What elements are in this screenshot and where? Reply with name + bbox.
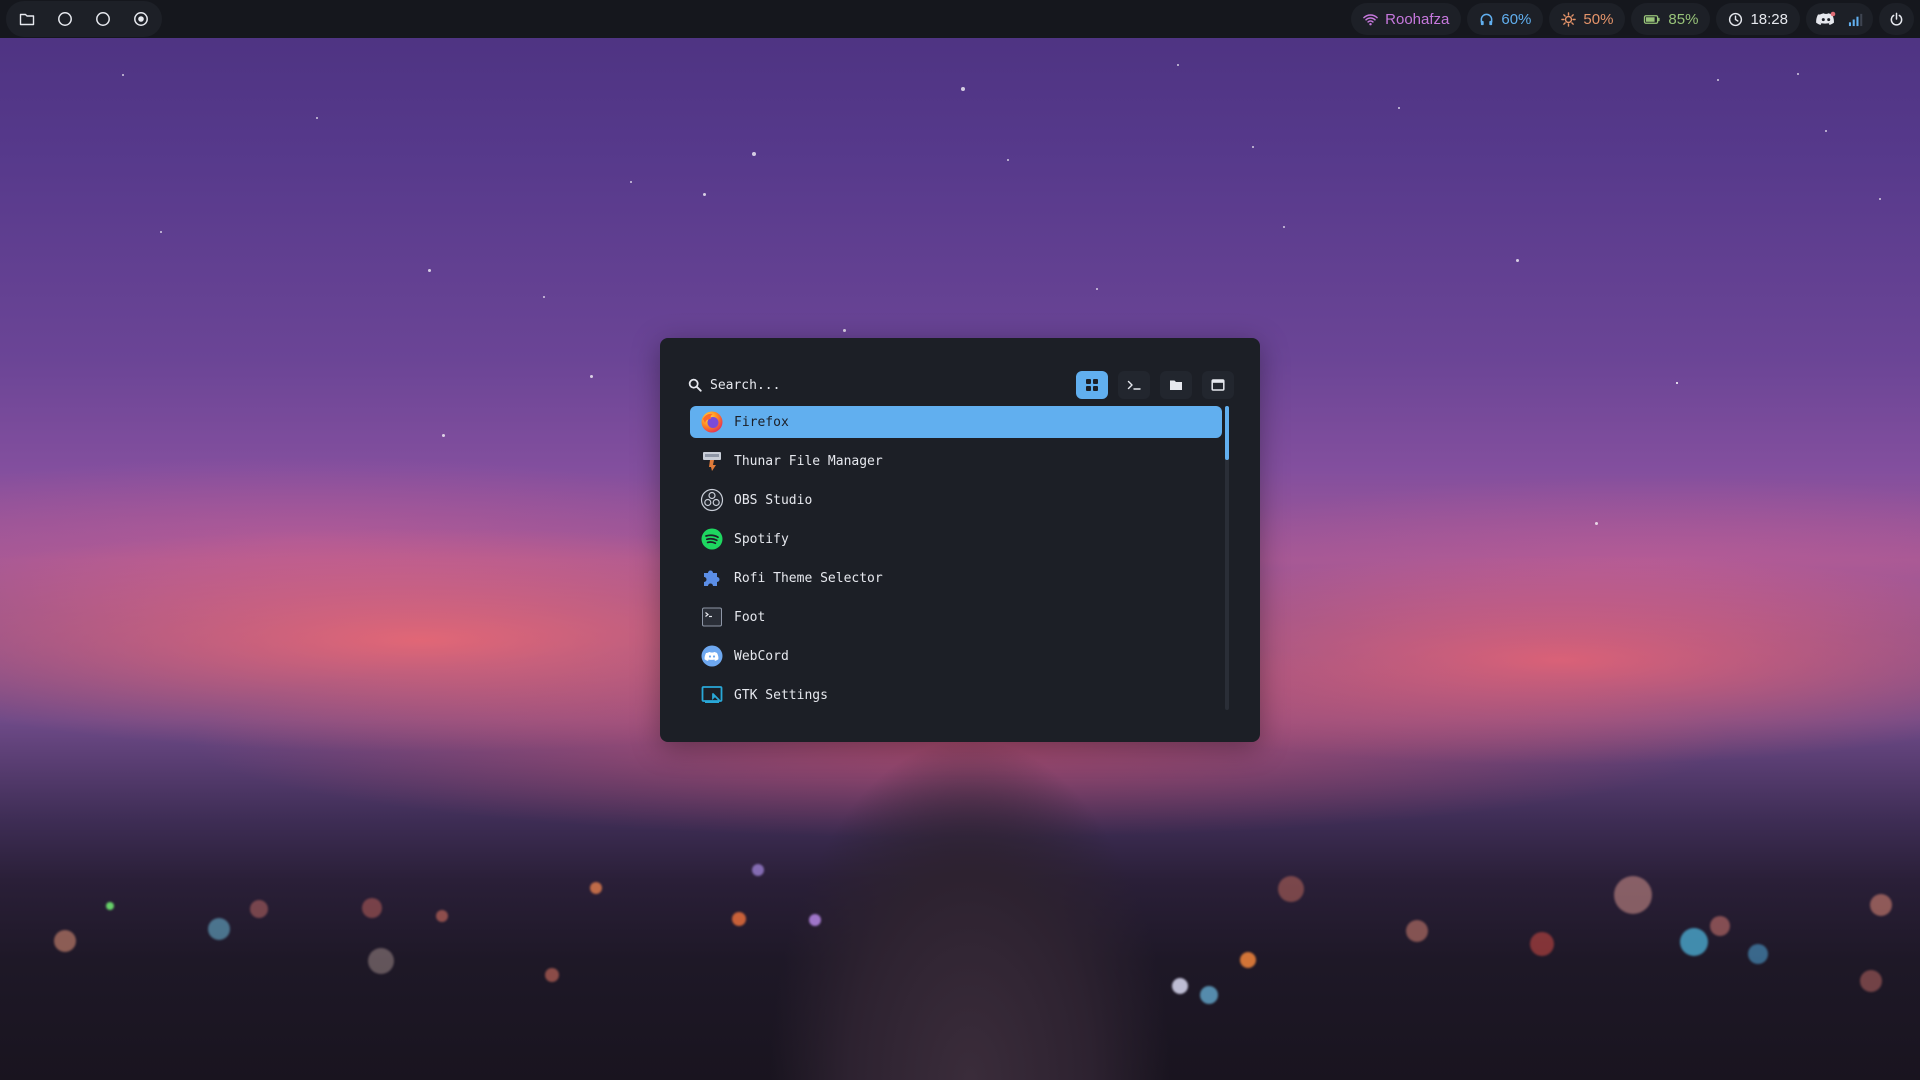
mode-run-button[interactable] [1118,371,1150,399]
app-list-scrollbar[interactable] [1225,406,1229,710]
firefox-icon [700,410,724,434]
list-item-rofi-theme-selector[interactable]: Rofi Theme Selector [690,562,1222,594]
volume-module[interactable]: 60% [1467,3,1544,35]
folder-icon [1170,380,1182,390]
workspace-4-button[interactable] [124,3,158,35]
headphones-icon [1480,13,1493,25]
status-area: Roohafza 60% 50% 85% 18:28 [1351,3,1914,35]
wifi-label: Roohafza [1385,10,1450,28]
terminal-icon [1127,380,1141,390]
scrollbar-thumb[interactable] [1225,406,1229,460]
spotify-icon [700,527,724,551]
list-item-gtk-settings[interactable]: GTK Settings [690,679,1222,711]
grid-icon [1086,379,1098,391]
top-bar: Roohafza 60% 50% 85% 18:28 [0,0,1920,38]
circle-icon [96,12,110,26]
circle-icon [58,12,72,26]
workspace-1-button[interactable] [10,3,44,35]
search-icon [688,378,702,392]
discord-icon [700,644,724,668]
discord-icon[interactable] [1816,11,1836,27]
list-item-foot[interactable]: Foot [690,601,1222,633]
list-item-spotify[interactable]: Spotify [690,523,1222,555]
gtk-settings-icon [700,683,724,707]
battery-label: 85% [1668,10,1699,28]
clock-icon [1729,12,1743,26]
window-icon [1211,379,1225,391]
mode-apps-button[interactable] [1076,371,1108,399]
workspace-2-button[interactable] [48,3,82,35]
system-tray [1806,3,1873,35]
list-item-label: WebCord [734,648,789,664]
list-item-obs[interactable]: OBS Studio [690,484,1222,516]
list-item-label: Firefox [734,414,789,430]
search-bar [688,370,1234,400]
list-item-label: Thunar File Manager [734,453,883,469]
app-list: Firefox Thunar File Manager OBS Studio S… [690,406,1222,722]
signal-icon[interactable] [1848,12,1863,27]
wifi-module[interactable]: Roohafza [1351,3,1462,35]
list-item-thunar[interactable]: Thunar File Manager [690,445,1222,477]
search-input[interactable] [710,377,1076,393]
list-item-label: Spotify [734,531,789,547]
obs-icon [700,488,724,512]
power-icon [1890,12,1903,26]
list-item-webcord[interactable]: WebCord [690,640,1222,672]
list-item-label: GTK Settings [734,687,828,703]
mode-switcher [1076,371,1234,399]
battery-module[interactable]: 85% [1631,3,1711,35]
folder-icon [19,13,35,26]
wallpaper-figure [770,740,1170,1080]
brightness-module[interactable]: 50% [1549,3,1626,35]
wifi-icon [1363,13,1378,25]
brightness-label: 50% [1583,10,1614,28]
power-button[interactable] [1879,3,1914,35]
clock-module[interactable]: 18:28 [1716,3,1800,35]
brightness-icon [1561,11,1577,27]
dot-circle-icon [134,12,148,26]
list-item-label: Rofi Theme Selector [734,570,883,586]
list-item-label: Foot [734,609,766,625]
app-launcher: Firefox Thunar File Manager OBS Studio S… [660,338,1260,742]
clock-label: 18:28 [1750,10,1788,28]
list-item-firefox[interactable]: Firefox [690,406,1222,438]
list-item-label: OBS Studio [734,492,813,508]
mode-files-button[interactable] [1160,371,1192,399]
puzzle-icon [700,566,724,590]
thunar-icon [700,449,724,473]
workspace-switcher [6,1,162,37]
terminal-app-icon [700,605,724,629]
mode-windows-button[interactable] [1202,371,1234,399]
volume-label: 60% [1501,10,1532,28]
workspace-3-button[interactable] [86,3,120,35]
battery-icon [1644,14,1661,24]
